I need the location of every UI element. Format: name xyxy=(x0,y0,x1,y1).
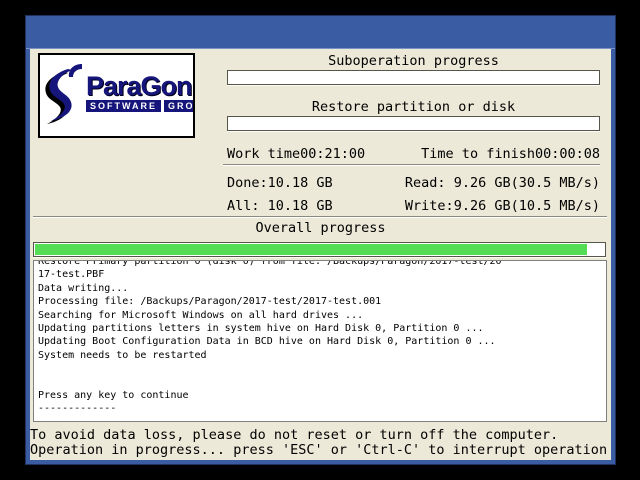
time-to-finish: Time to finish00:00:08 xyxy=(421,147,600,161)
interrupt-status-message: Operation in progress... press 'ESC' or … xyxy=(30,443,607,457)
restore-progress-label: Restore partition or disk xyxy=(227,100,600,114)
suboperation-progress-label: Suboperation progress xyxy=(227,54,600,68)
paragon-logo: ParaGon SOFTWARE GROUP xyxy=(38,53,195,138)
write-value: 9.26 GB(10.5 MB/s) xyxy=(454,198,600,214)
software-group-strip: SOFTWARE GROUP xyxy=(86,100,195,112)
write-stat: Write:9.26 GB(10.5 MB/s) xyxy=(405,199,600,213)
log-line: ------------- xyxy=(38,402,606,415)
stats-separator xyxy=(223,164,600,165)
restore-progress-window: ParaGon SOFTWARE GROUP Suboperation prog… xyxy=(25,15,616,465)
log-line: Updating Boot Configuration Data in BCD … xyxy=(38,335,606,348)
time-to-finish-value: 00:00:08 xyxy=(535,146,600,162)
log-line: Updating partitions letters in system hi… xyxy=(38,322,606,335)
overall-separator xyxy=(33,216,607,217)
dialog-client-area: ParaGon SOFTWARE GROUP Suboperation prog… xyxy=(30,49,611,460)
log-line: Restore Primary partition 0 (disk 0) fro… xyxy=(38,260,606,268)
overall-progress-fill xyxy=(35,244,587,255)
log-line xyxy=(38,362,606,375)
done-stat: Done:10.18 GB xyxy=(227,176,333,190)
log-line: Data writing... xyxy=(38,282,606,295)
log-line: Processing file: /Backups/Paragon/2017-t… xyxy=(38,295,606,308)
log-line: Searching for Microsoft Windows on all h… xyxy=(38,309,606,322)
restore-progress-bar xyxy=(227,116,600,131)
log-line: 17-test.PBF xyxy=(38,268,606,281)
all-stat: All: 10.18 GB xyxy=(227,199,333,213)
group-word: GROUP xyxy=(164,100,195,112)
operation-log: Restore Primary partition 0 (disk 0) fro… xyxy=(33,260,607,422)
all-write-row: All: 10.18 GB Write:9.26 GB(10.5 MB/s) xyxy=(227,199,600,213)
software-word: SOFTWARE xyxy=(86,100,161,112)
data-loss-warning: To avoid data loss, please do not reset … xyxy=(30,428,558,442)
work-time-value: 00:21:00 xyxy=(300,146,365,162)
time-stats-row: Work time00:21:00 Time to finish00:00:08 xyxy=(227,147,600,161)
overall-progress-bar xyxy=(33,242,606,257)
work-time: Work time00:21:00 xyxy=(227,147,365,161)
suboperation-progress-bar xyxy=(227,70,600,85)
log-line xyxy=(38,376,606,389)
paragon-swirl-icon xyxy=(44,63,84,127)
paragon-brand-text: ParaGon xyxy=(86,73,195,99)
done-read-row: Done:10.18 GB Read: 9.26 GB(30.5 MB/s) xyxy=(227,176,600,190)
all-value: 10.18 GB xyxy=(268,198,333,214)
read-value: 9.26 GB(30.5 MB/s) xyxy=(454,175,600,191)
log-line: System needs to be restarted xyxy=(38,349,606,362)
read-stat: Read: 9.26 GB(30.5 MB/s) xyxy=(405,176,600,190)
titlebar xyxy=(26,16,615,49)
overall-progress-label: Overall progress xyxy=(30,221,611,235)
log-line: Press any key to continue xyxy=(38,389,606,402)
done-value: 10.18 GB xyxy=(268,175,333,191)
